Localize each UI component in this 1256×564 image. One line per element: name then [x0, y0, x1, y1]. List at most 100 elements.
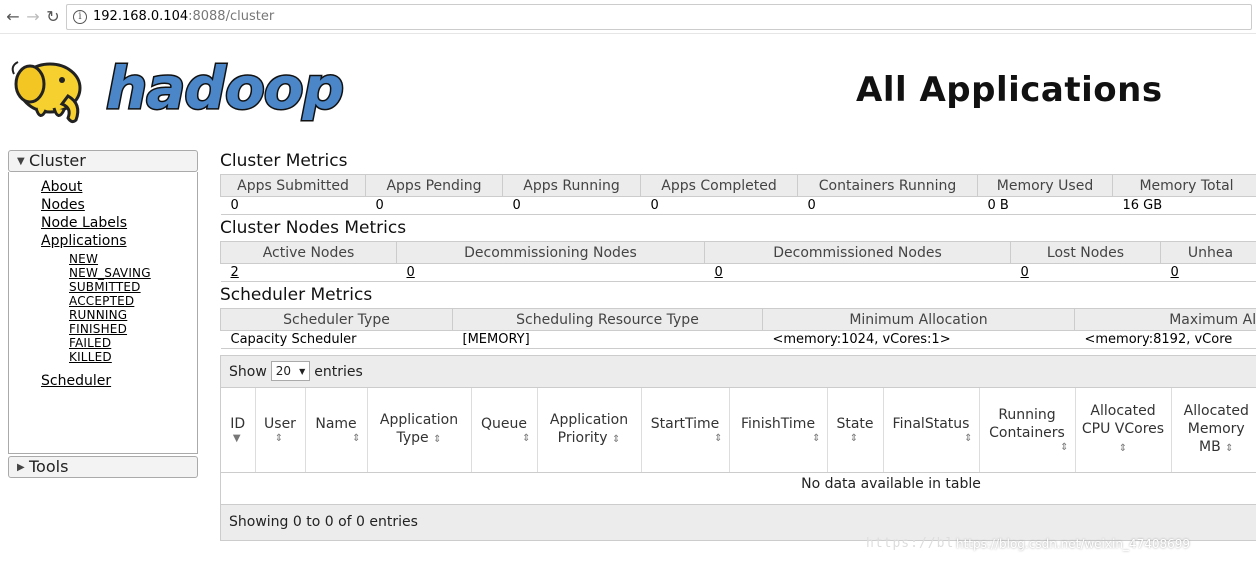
col-header[interactable]: Decommissioned Nodes: [704, 241, 1011, 264]
col-header[interactable]: Apps Pending: [365, 174, 503, 197]
scheduler-metrics-table: Scheduler Type Scheduling Resource Type …: [220, 308, 1256, 349]
col-label: Queue: [481, 415, 527, 432]
address-bar[interactable]: i 192.168.0.104:8088/cluster: [66, 4, 1252, 30]
datatable-info: Showing 0 to 0 of 0 entries: [221, 504, 1256, 540]
metric-value: Capacity Scheduler: [220, 330, 453, 349]
state-link-submitted[interactable]: SUBMITTED: [69, 280, 197, 294]
tools-accordion-label: Tools: [29, 457, 69, 476]
col-header-id[interactable]: ID ▼: [221, 388, 256, 473]
table-row: No data available in table: [221, 472, 1256, 496]
col-header-finishtime[interactable]: FinishTime ⇕: [729, 388, 828, 473]
sidebar-link-scheduler[interactable]: Scheduler: [41, 372, 197, 390]
sidebar-link-applications[interactable]: Applications: [41, 232, 197, 250]
sidebar-link-nodes[interactable]: Nodes: [41, 196, 197, 214]
unhealthy-nodes-link[interactable]: 0: [1171, 265, 1179, 280]
col-header[interactable]: Maximum All: [1074, 308, 1256, 331]
cluster-metrics-table: Apps Submitted Apps Pending Apps Running…: [220, 174, 1256, 215]
decommissioning-nodes-link[interactable]: 0: [407, 265, 415, 280]
metric-value: 0: [502, 196, 641, 215]
table-header-row: ID ▼ User ⇕ Name ⇕ Application Type ⇕ Queue ⇕…: [221, 388, 1256, 473]
sort-icon: ⇕: [1060, 441, 1069, 453]
lost-nodes-link[interactable]: 0: [1021, 265, 1029, 280]
metric-value: [MEMORY]: [452, 330, 763, 349]
col-label-line2: CPU VCores: [1081, 420, 1165, 437]
col-header[interactable]: Apps Running: [502, 174, 641, 197]
page-size-select[interactable]: 20 ▼: [270, 361, 311, 381]
col-label-line2: Memory MB: [1187, 420, 1245, 455]
tools-accordion-header[interactable]: ▶ Tools: [8, 456, 198, 478]
cluster-accordion-header[interactable]: ▼ Cluster: [8, 150, 198, 172]
scheduler-metrics-title: Scheduler Metrics: [220, 285, 373, 305]
col-header[interactable]: Scheduling Resource Type: [452, 308, 763, 331]
state-link-new-saving[interactable]: NEW_SAVING: [69, 266, 197, 280]
sort-icon: ⇕: [1225, 442, 1234, 454]
applications-table: ID ▼ User ⇕ Name ⇕ Application Type ⇕ Queue ⇕…: [221, 388, 1256, 496]
col-header-running-containers[interactable]: Running Containers ⇕: [979, 388, 1076, 473]
col-header-user[interactable]: User ⇕: [255, 388, 306, 473]
back-arrow-icon[interactable]: ←: [2, 6, 24, 28]
state-link-finished[interactable]: FINISHED: [69, 322, 197, 336]
col-header-application-priority[interactable]: Application Priority ⇕: [537, 388, 642, 473]
col-header-starttime[interactable]: StartTime ⇕: [641, 388, 730, 473]
col-header-allocated-cpu[interactable]: Allocated CPU VCores ⇕: [1075, 388, 1172, 473]
triangle-down-icon: ▼: [17, 156, 25, 167]
watermark-faint: https://bl: [866, 536, 955, 551]
main-content: Cluster Metrics Apps Submitted Apps Pend…: [220, 148, 1256, 541]
reload-icon[interactable]: ↻: [42, 6, 64, 28]
sort-icon: ⇕: [849, 432, 859, 444]
node-metrics-title: Cluster Nodes Metrics: [220, 218, 407, 238]
col-header[interactable]: Minimum Allocation: [762, 308, 1075, 331]
sidebar-link-node-labels[interactable]: Node Labels: [41, 214, 197, 232]
col-label: Name: [315, 415, 357, 432]
sidebar-link-about[interactable]: About: [41, 178, 197, 196]
page-title: All Applications: [856, 70, 1163, 110]
col-header[interactable]: Active Nodes: [220, 241, 397, 264]
col-header[interactable]: Memory Total: [1112, 174, 1256, 197]
metric-value: 0: [220, 196, 366, 215]
state-link-new[interactable]: NEW: [69, 252, 197, 266]
sort-icon: ⇕: [1118, 442, 1128, 454]
sort-icon: ⇕: [522, 432, 531, 444]
show-label: Show: [229, 364, 267, 380]
lost-link-cell: 0: [1010, 263, 1161, 282]
sort-icon: ⇕: [274, 432, 284, 444]
col-label: Application: [379, 411, 459, 428]
browser-toolbar: ← → ↻ i 192.168.0.104:8088/cluster: [0, 0, 1256, 34]
col-label: Allocated: [1183, 402, 1249, 419]
chevron-down-icon: ▼: [299, 367, 306, 376]
decommissioning-link-cell: 0: [396, 263, 705, 282]
metric-value: 0 B: [977, 196, 1113, 215]
applications-datatable: Show 20 ▼ entries ID ▼ User ⇕ Name ⇕ Applicati…: [220, 355, 1256, 541]
state-link-failed[interactable]: FAILED: [69, 336, 197, 350]
col-header[interactable]: Unhea: [1160, 241, 1256, 264]
state-link-accepted[interactable]: ACCEPTED: [69, 294, 197, 308]
col-header[interactable]: Lost Nodes: [1010, 241, 1161, 264]
decommissioned-link-cell: 0: [704, 263, 1011, 282]
forward-arrow-icon[interactable]: →: [22, 6, 44, 28]
col-header[interactable]: Decommissioning Nodes: [396, 241, 705, 264]
col-header[interactable]: Scheduler Type: [220, 308, 453, 331]
hadoop-logo[interactable]: hadoop: [6, 44, 346, 130]
col-label: Running: [998, 406, 1056, 423]
state-link-running[interactable]: RUNNING: [69, 308, 197, 322]
active-nodes-link[interactable]: 2: [231, 265, 239, 280]
decommissioned-nodes-link[interactable]: 0: [715, 265, 723, 280]
col-label-line2: Priority: [557, 429, 608, 446]
col-header[interactable]: Apps Submitted: [220, 174, 366, 197]
sort-icon: ⇕: [611, 433, 621, 445]
state-link-killed[interactable]: KILLED: [69, 350, 197, 364]
node-metrics-table: Active Nodes Decommissioning Nodes Decom…: [220, 241, 1256, 282]
col-header-application-type[interactable]: Application Type ⇕: [367, 388, 472, 473]
col-header-finalstatus[interactable]: FinalStatus ⇕: [883, 388, 980, 473]
col-header[interactable]: Memory Used: [977, 174, 1113, 197]
url-text[interactable]: 192.168.0.104:8088/cluster: [93, 9, 274, 24]
col-header[interactable]: Containers Running: [797, 174, 978, 197]
col-header-name[interactable]: Name ⇕: [305, 388, 368, 473]
col-header-state[interactable]: State ⇕: [827, 388, 884, 473]
col-header-allocated-memory[interactable]: Allocated Memory MB ⇕: [1171, 388, 1256, 473]
sort-icon: ⇕: [714, 432, 723, 444]
info-icon[interactable]: i: [73, 10, 87, 24]
col-header[interactable]: Apps Completed: [640, 174, 798, 197]
col-header-queue[interactable]: Queue ⇕: [471, 388, 538, 473]
empty-message-text: No data available in table: [801, 476, 981, 493]
